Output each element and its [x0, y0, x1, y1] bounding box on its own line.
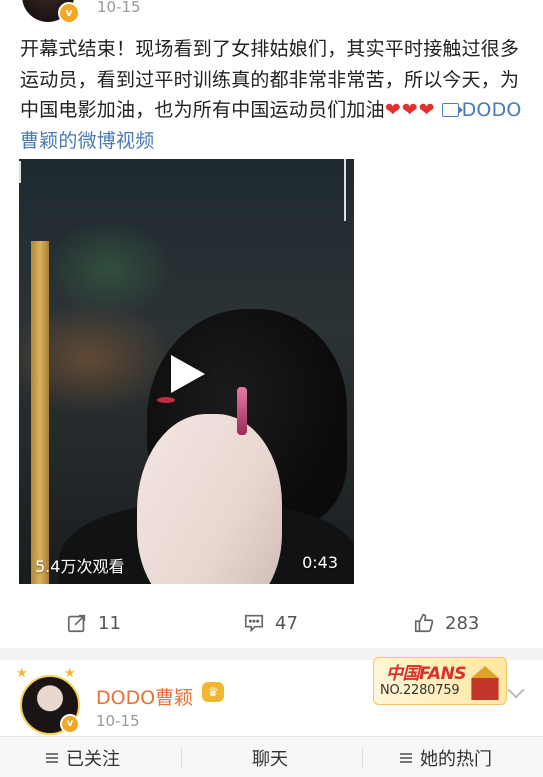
- frame-line-left: [19, 161, 21, 183]
- post-actions: 11 47 283: [0, 603, 543, 643]
- video-views: 5.4万次观看: [35, 557, 125, 576]
- star-decoration-icon: ★: [16, 666, 28, 681]
- like-count: 283: [445, 612, 480, 634]
- hot-label: 她的热门: [420, 749, 492, 770]
- menu-icon: [400, 753, 412, 763]
- post-text: 开幕式结束！现场看到了女排姑娘们，其实平时接触过很多运动员，看到过平时训练真的都…: [20, 34, 525, 156]
- profile-time: 10-15: [96, 712, 140, 730]
- follow-button[interactable]: 已关注: [46, 745, 120, 771]
- fans-badge-number: NO.2280759: [380, 683, 460, 698]
- fans-badge[interactable]: 中国FANS NO.2280759: [373, 657, 507, 705]
- chat-button[interactable]: 聊天: [252, 745, 288, 771]
- video-player[interactable]: 5.4万次观看 0:43: [19, 159, 354, 584]
- video-earring: [237, 387, 247, 435]
- video-pillar: [31, 241, 49, 584]
- post-time: 10-15: [97, 0, 141, 16]
- repost-button[interactable]: 11: [66, 611, 121, 635]
- follow-label: 已关注: [66, 749, 120, 770]
- frame-line-right: [344, 159, 346, 221]
- comment-icon: [244, 614, 264, 633]
- hearts-emoji: ❤❤❤: [384, 99, 436, 121]
- video-camera-icon: [441, 103, 463, 117]
- play-icon[interactable]: [171, 355, 205, 393]
- comment-count: 47: [275, 612, 298, 634]
- like-button[interactable]: 283: [413, 611, 479, 635]
- bar-divider: [181, 747, 182, 769]
- verified-badge-icon: v: [58, 2, 80, 24]
- repost-icon: [67, 614, 86, 633]
- bar-divider: [362, 747, 363, 769]
- verified-badge-icon: v: [60, 714, 80, 734]
- video-face: [137, 414, 282, 584]
- video-lips: [157, 397, 175, 403]
- crown-icon: ♛: [202, 682, 224, 702]
- profile-name[interactable]: DODO曹颖: [96, 683, 193, 710]
- chat-label: 聊天: [252, 749, 288, 770]
- repost-count: 11: [98, 612, 121, 634]
- fans-badge-title: 中国FANS: [386, 664, 467, 684]
- video-duration: 0:43: [302, 553, 338, 572]
- bottom-bar: 已关注 聊天 她的热门: [0, 736, 543, 777]
- chevron-down-icon[interactable]: [507, 681, 525, 699]
- hot-button[interactable]: 她的热门: [400, 745, 492, 771]
- tiananmen-icon: [471, 666, 499, 700]
- comment-button[interactable]: 47: [243, 611, 298, 635]
- like-icon: [414, 613, 434, 633]
- menu-icon: [46, 753, 58, 763]
